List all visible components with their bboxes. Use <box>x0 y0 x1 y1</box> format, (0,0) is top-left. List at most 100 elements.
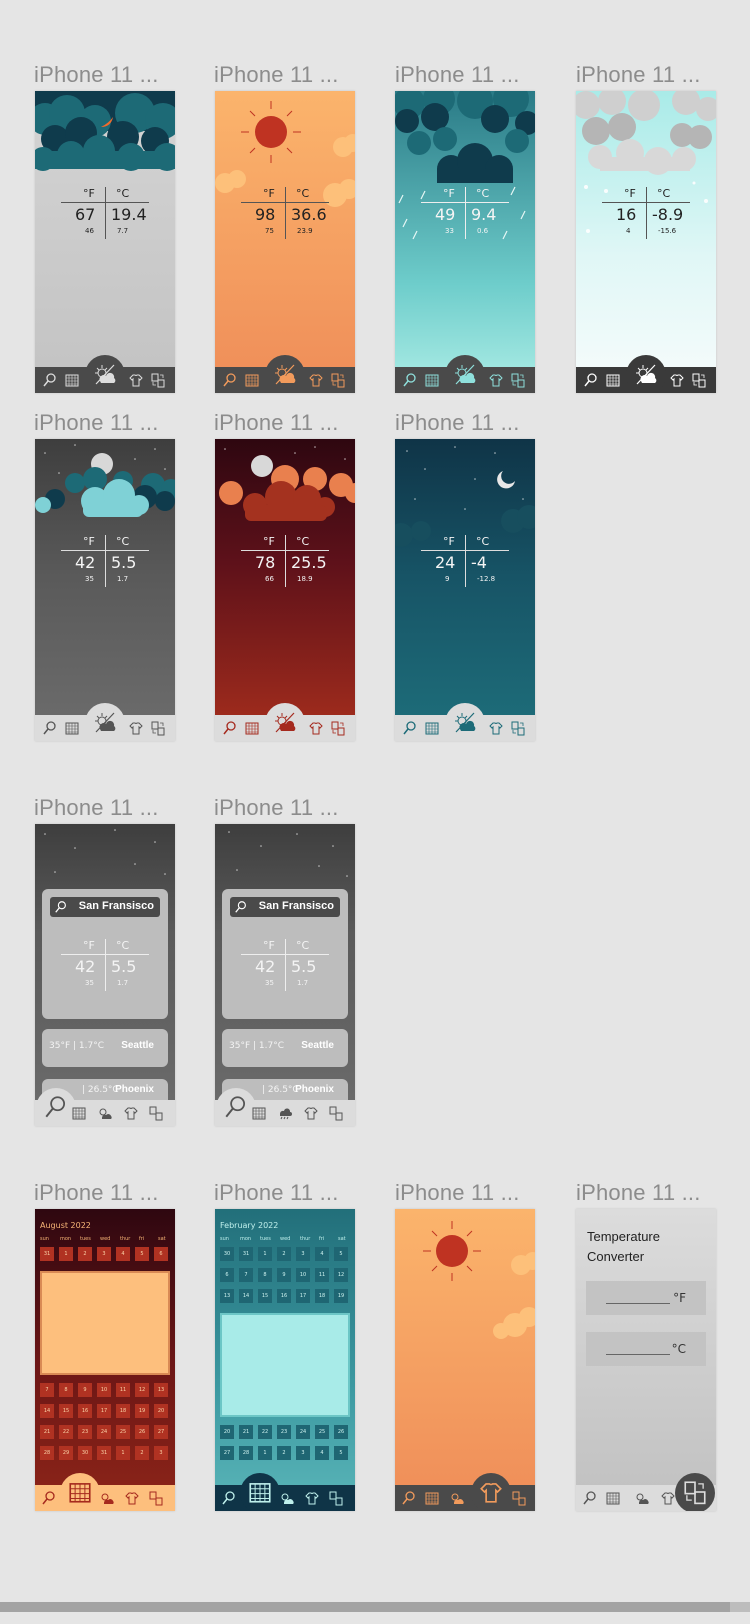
search-icon[interactable] <box>222 372 238 388</box>
calendar-day[interactable]: 13 <box>220 1289 234 1303</box>
weather-screen-night-clear[interactable]: °F °C 24 -4 9 -12.8 <box>395 439 535 741</box>
calendar-day[interactable]: 25 <box>315 1425 329 1439</box>
shirt-icon[interactable] <box>123 1105 139 1121</box>
calendar-day[interactable]: 11 <box>116 1383 130 1397</box>
calendar-day[interactable]: 21 <box>40 1425 54 1439</box>
weather-icon[interactable] <box>279 1490 295 1506</box>
calendar-day[interactable]: 22 <box>59 1425 73 1439</box>
search-icon[interactable] <box>42 720 58 736</box>
weather-screen-night-cloudy[interactable]: °F °C 42 5.5 35 1.7 <box>35 439 175 741</box>
city-row[interactable]: 35°F | 1.7°C Seattle <box>222 1029 348 1067</box>
calendar-day[interactable]: 18 <box>315 1289 329 1303</box>
search-icon[interactable] <box>402 372 418 388</box>
calendar-day[interactable]: 17 <box>296 1289 310 1303</box>
weather-icon[interactable] <box>452 709 478 735</box>
shirt-icon[interactable] <box>304 1490 320 1506</box>
celsius-input[interactable]: °C <box>586 1332 706 1366</box>
calendar-day[interactable]: 4 <box>315 1446 329 1460</box>
converter-icon[interactable] <box>148 1490 164 1506</box>
weather-icon[interactable] <box>634 1490 650 1506</box>
search-screen[interactable]: San Fransisco °F °C 42 5.5 35 1.7 35°F |… <box>35 824 175 1126</box>
weather-icon[interactable] <box>449 1490 465 1506</box>
calendar-day[interactable]: 5 <box>135 1247 149 1261</box>
calendar-day[interactable]: 21 <box>239 1425 253 1439</box>
calendar-day[interactable]: 13 <box>154 1383 168 1397</box>
calendar-day[interactable]: 3 <box>296 1247 310 1261</box>
converter-icon[interactable] <box>150 720 166 736</box>
calendar-day[interactable]: 1 <box>59 1247 73 1261</box>
calendar-day[interactable]: 20 <box>154 1404 168 1418</box>
calendar-day[interactable]: 15 <box>59 1404 73 1418</box>
calendar-day[interactable]: 5 <box>334 1247 348 1261</box>
calendar-icon[interactable] <box>247 1479 273 1505</box>
calendar-day[interactable]: 1 <box>258 1446 272 1460</box>
converter-icon[interactable] <box>510 372 526 388</box>
calendar-day[interactable]: 14 <box>239 1289 253 1303</box>
calendar-day[interactable]: 2 <box>78 1247 92 1261</box>
calendar-day[interactable]: 3 <box>97 1247 111 1261</box>
shirt-icon[interactable] <box>128 372 144 388</box>
search-icon[interactable] <box>43 1094 69 1120</box>
calendar-screen-august[interactable]: August 2022 sun mon tues wed thur fri sa… <box>35 1209 175 1511</box>
calendar-day[interactable]: 22 <box>258 1425 272 1439</box>
weather-icon[interactable] <box>97 1105 113 1121</box>
calendar-day[interactable]: 26 <box>334 1425 348 1439</box>
calendar-icon[interactable] <box>605 1490 621 1506</box>
shirt-icon[interactable] <box>308 372 324 388</box>
calendar-day[interactable]: 31 <box>40 1247 54 1261</box>
shirt-icon[interactable] <box>488 720 504 736</box>
calendar-day[interactable]: 9 <box>277 1268 291 1282</box>
calendar-icon[interactable] <box>424 372 440 388</box>
calendar-day[interactable]: 12 <box>334 1268 348 1282</box>
weather-screen-night-warm[interactable]: °F °C 78 25.5 66 18.9 <box>215 439 355 741</box>
calendar-day[interactable]: 3 <box>154 1446 168 1460</box>
calendar-day[interactable]: 15 <box>258 1289 272 1303</box>
converter-icon[interactable] <box>511 1490 527 1506</box>
search-icon[interactable] <box>42 372 58 388</box>
weather-screen-rainy[interactable]: °F °C 49 9.4 33 0.6 <box>395 91 535 393</box>
search-input[interactable]: San Fransisco <box>230 897 340 917</box>
shirt-icon[interactable] <box>669 372 685 388</box>
calendar-day[interactable]: 10 <box>97 1383 111 1397</box>
calendar-icon[interactable] <box>244 372 260 388</box>
shirt-icon[interactable] <box>488 372 504 388</box>
calendar-day[interactable]: 19 <box>135 1404 149 1418</box>
search-icon[interactable] <box>402 720 418 736</box>
calendar-day[interactable]: 14 <box>40 1404 54 1418</box>
weather-icon[interactable] <box>272 709 298 735</box>
weather-icon[interactable] <box>92 709 118 735</box>
weather-icon[interactable] <box>99 1490 115 1506</box>
calendar-day[interactable]: 18 <box>116 1404 130 1418</box>
calendar-day[interactable]: 27 <box>154 1425 168 1439</box>
calendar-icon[interactable] <box>424 1490 440 1506</box>
calendar-icon[interactable] <box>64 372 80 388</box>
shirt-icon[interactable] <box>308 720 324 736</box>
calendar-day[interactable]: 17 <box>97 1404 111 1418</box>
calendar-day[interactable]: 28 <box>239 1446 253 1460</box>
converter-screen[interactable]: Temperature Converter °F °C <box>576 1209 716 1511</box>
converter-icon[interactable] <box>328 1105 344 1121</box>
weather-screen-sunny[interactable]: °F °C 98 36.6 75 23.9 <box>215 91 355 393</box>
search-icon[interactable] <box>583 372 599 388</box>
calendar-day[interactable]: 11 <box>315 1268 329 1282</box>
shirt-icon[interactable] <box>660 1490 676 1506</box>
calendar-day[interactable]: 4 <box>116 1247 130 1261</box>
calendar-day[interactable]: 6 <box>154 1247 168 1261</box>
clothing-screen[interactable] <box>395 1209 535 1511</box>
calendar-day[interactable]: 2 <box>277 1446 291 1460</box>
horizontal-scrollbar-thumb[interactable] <box>0 1602 730 1612</box>
shirt-icon[interactable] <box>478 1479 504 1505</box>
converter-icon[interactable] <box>148 1105 164 1121</box>
calendar-day[interactable]: 4 <box>315 1247 329 1261</box>
calendar-day[interactable]: 20 <box>220 1425 234 1439</box>
converter-icon[interactable] <box>682 1479 708 1505</box>
calendar-day[interactable]: 30 <box>78 1446 92 1460</box>
calendar-day[interactable]: 7 <box>40 1383 54 1397</box>
calendar-icon[interactable] <box>244 720 260 736</box>
converter-icon[interactable] <box>330 720 346 736</box>
calendar-day[interactable]: 6 <box>220 1268 234 1282</box>
calendar-day[interactable]: 8 <box>258 1268 272 1282</box>
calendar-day[interactable]: 1 <box>116 1446 130 1460</box>
calendar-day[interactable]: 5 <box>334 1446 348 1460</box>
calendar-day[interactable]: 16 <box>277 1289 291 1303</box>
